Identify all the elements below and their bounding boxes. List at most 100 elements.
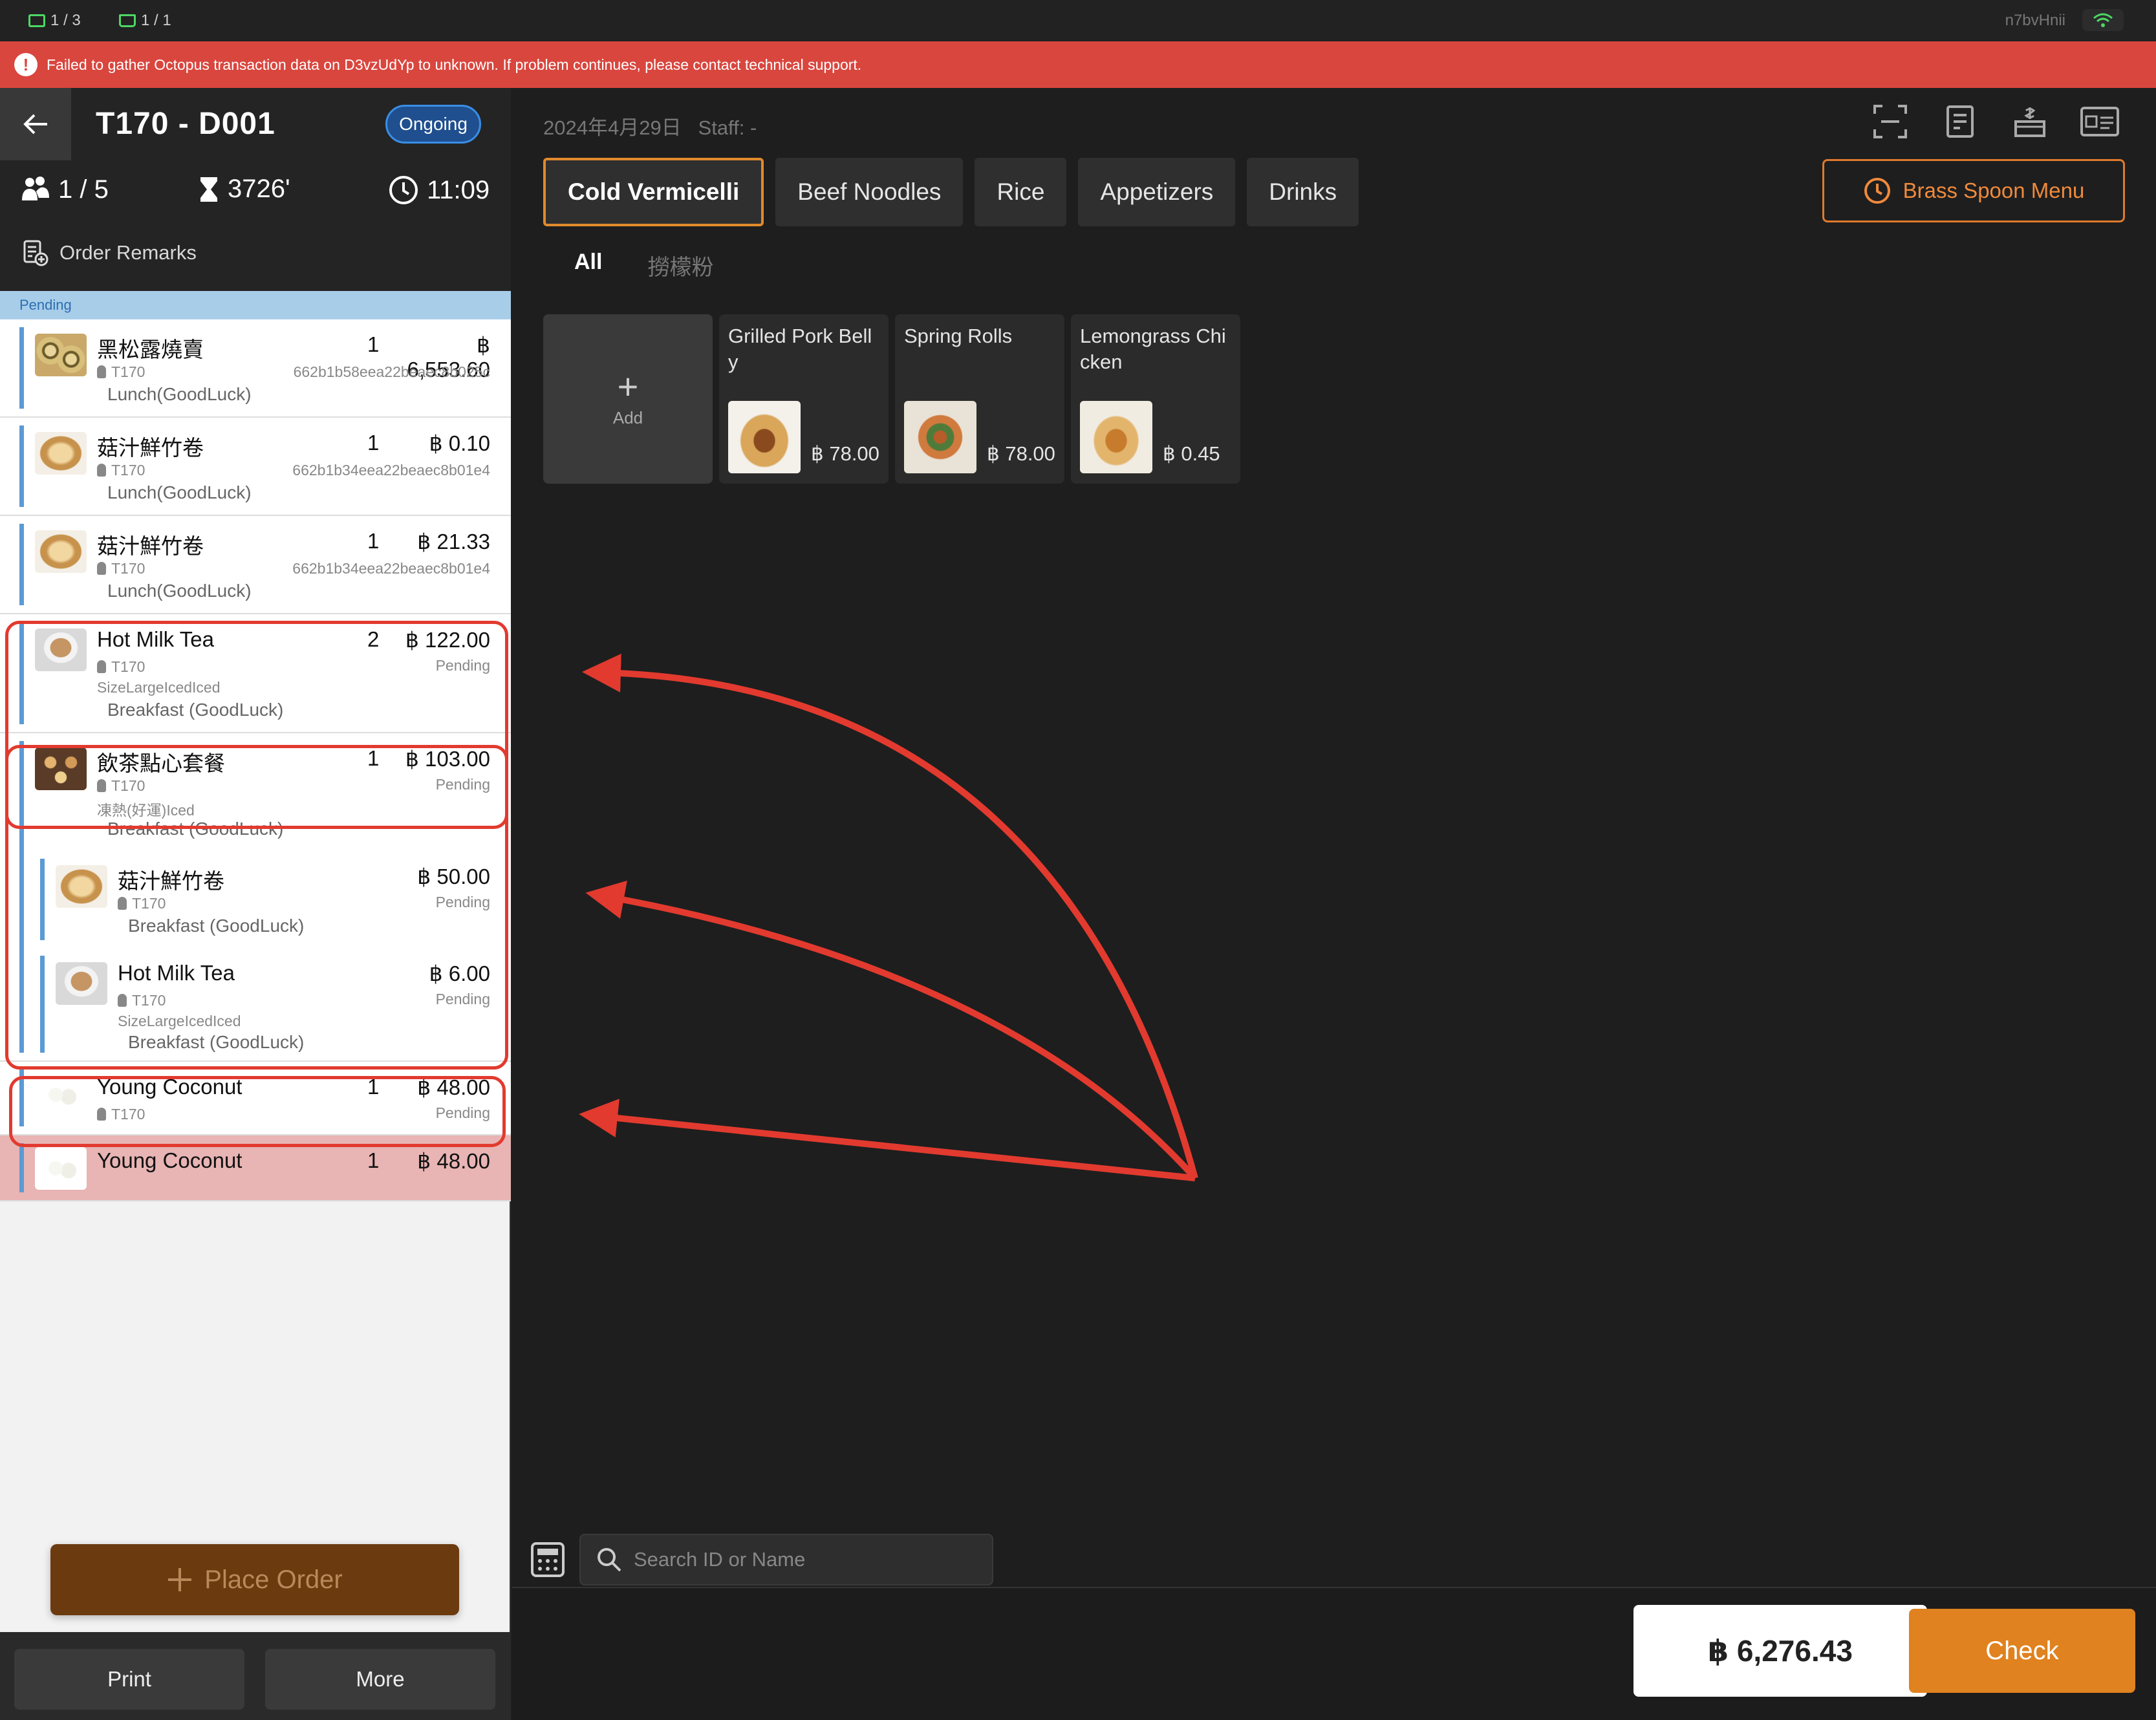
order-item-set[interactable]: 飲茶點心套餐 1 ฿ 103.00 T170 Pending 凍熱(好運)Ice…: [0, 733, 511, 851]
item-qty: 1: [367, 529, 380, 553]
back-button[interactable]: [0, 88, 71, 160]
item-status: Pending: [435, 894, 490, 910]
item-status: Pending: [435, 776, 490, 793]
item-status: Pending: [435, 1104, 490, 1121]
date-staff-info: 2024年4月29日 Staff: -: [543, 111, 757, 140]
product-card[interactable]: Lemongrass Chi cken ฿ 0.45: [1071, 314, 1240, 484]
tab-rice[interactable]: Rice: [975, 158, 1067, 226]
item-price: ฿ 6.00: [429, 962, 490, 985]
item-name: 菇汁鮮竹卷: [118, 869, 224, 893]
wifi-icon: [2082, 9, 2124, 31]
item-id: 662b1b34eea22beaec8b01e4: [292, 462, 490, 478]
order-item[interactable]: Hot Milk Tea 2 ฿ 122.00 T170 Pending Siz…: [0, 614, 511, 733]
food-thumbnail: [35, 629, 87, 671]
item-table: T170: [118, 992, 166, 1009]
tab-beef-noodles[interactable]: Beef Noodles: [775, 158, 964, 226]
product-card[interactable]: Grilled Pork Bell y ฿ 78.00: [719, 314, 889, 484]
product-image: [1080, 401, 1152, 473]
tab-appetizers[interactable]: Appetizers: [1078, 158, 1236, 226]
food-thumbnail: [35, 747, 87, 790]
item-price: ฿ 50.00: [417, 865, 490, 888]
tab-drinks[interactable]: Drinks: [1247, 158, 1359, 226]
order-remarks-button[interactable]: Order Remarks: [22, 239, 197, 266]
subtab-all[interactable]: All: [574, 250, 602, 281]
item-qty: 1: [367, 1075, 380, 1099]
set-sub-item[interactable]: Hot Milk Tea ฿ 6.00 T170 Pending SizeLar…: [0, 948, 511, 1062]
subcategory-tabs: All 撈檬粉: [574, 250, 713, 281]
order-item-selected[interactable]: Young Coconut 1 ฿ 48.00: [0, 1135, 511, 1201]
product-image: [904, 401, 976, 473]
order-item[interactable]: 菇汁鮮竹卷 1 ฿ 21.33 T170 662b1b34eea22beaec8…: [0, 516, 511, 614]
card-button[interactable]: [2080, 102, 2120, 141]
set-sub-item[interactable]: 菇汁鮮竹卷 ฿ 50.00 T170 Pending Breakfast (Go…: [0, 851, 511, 948]
order-status-badge: Ongoing: [385, 105, 481, 144]
duration-value: 3726': [228, 175, 290, 203]
id-card-icon: [2080, 107, 2119, 136]
more-button[interactable]: More: [265, 1649, 495, 1710]
receipt-icon: [1946, 105, 1974, 138]
item-meal: Breakfast (GoodLuck): [128, 916, 305, 936]
left-footer: Print More: [0, 1632, 511, 1720]
food-thumbnail: [35, 432, 87, 475]
product-card[interactable]: Spring Rolls ฿ 78.00: [895, 314, 1064, 484]
note-add-icon: [23, 240, 49, 266]
item-table: T170: [118, 895, 166, 912]
item-meal: Breakfast (GoodLuck): [128, 1032, 305, 1052]
item-meal: Breakfast (GoodLuck): [107, 819, 284, 839]
item-name: Hot Milk Tea: [97, 627, 214, 651]
plus-icon: +: [617, 365, 639, 407]
check-button[interactable]: Check: [1909, 1609, 2135, 1693]
clock-icon: [389, 176, 418, 204]
scan-button[interactable]: [1870, 102, 1910, 141]
product-price: ฿ 78.00: [811, 442, 879, 465]
checkout-bar: ฿ 6,276.43 Check: [512, 1587, 2156, 1720]
item-price: ฿ 48.00: [417, 1149, 490, 1173]
hourglass-icon: [200, 177, 217, 202]
item-qty: 2: [367, 627, 380, 651]
calculator-button[interactable]: [529, 1541, 566, 1578]
food-thumbnail: [56, 962, 107, 1005]
item-status: Pending: [435, 991, 490, 1007]
item-qty: 1: [367, 1148, 380, 1172]
search-row: Search ID or Name: [529, 1534, 993, 1586]
item-name: 菇汁鮮竹卷: [97, 534, 204, 558]
item-price: ฿ 0.10: [429, 431, 490, 455]
order-item[interactable]: 黑松露燒賣 1 ฿ 6,553.60 T170 662b1b58eea22bea…: [0, 319, 511, 418]
menu-panel: 2024年4月29日 Staff: - Cold Vermicelli Beef…: [512, 88, 2156, 1720]
alert-icon: !: [14, 53, 38, 76]
product-name: Lemongrass Chi cken: [1080, 325, 1226, 373]
item-table: T170: [97, 777, 145, 795]
subtab-vermicelli[interactable]: 撈檬粉: [647, 250, 713, 281]
order-item[interactable]: 菇汁鮮竹卷 1 ฿ 0.10 T170 662b1b34eea22beaec8b…: [0, 418, 511, 516]
item-qty: 1: [367, 431, 380, 455]
item-status: Pending: [435, 657, 490, 674]
item-meal: Lunch(GoodLuck): [107, 581, 252, 601]
product-price: ฿ 78.00: [987, 442, 1055, 465]
brass-spoon-menu-button[interactable]: Brass Spoon Menu: [1822, 159, 2125, 222]
guests-icon: [22, 177, 49, 200]
kitchen-count: 1 / 1: [141, 12, 171, 29]
food-thumbnail: [35, 1073, 87, 1116]
search-placeholder: Search ID or Name: [634, 1548, 806, 1571]
item-accent: [19, 327, 24, 409]
receipt-button[interactable]: [1940, 102, 1980, 141]
search-input[interactable]: Search ID or Name: [579, 1534, 993, 1586]
guest-count-value: 1 / 5: [58, 175, 109, 204]
order-header: T170 - D001 Ongoing 1 / 5 3726' 11:09 Or…: [0, 88, 511, 291]
item-id: 662b1b34eea22beaec8b01e4: [292, 560, 490, 577]
tab-cold-vermicelli[interactable]: Cold Vermicelli: [543, 158, 764, 226]
calculator-icon: [531, 1542, 565, 1577]
toolbar: [1870, 102, 2120, 141]
cash-drawer-button[interactable]: [2010, 102, 2050, 141]
pending-section-header: Pending: [0, 291, 511, 319]
item-id: 662b1b58eea22beaec8b025c: [293, 363, 490, 380]
item-name: Young Coconut: [97, 1148, 243, 1172]
item-accent: [19, 425, 24, 507]
order-item[interactable]: Young Coconut 1 ฿ 48.00 T170 Pending: [0, 1062, 511, 1135]
place-order-button[interactable]: Place Order: [50, 1544, 459, 1615]
time-value: 11:09: [427, 175, 490, 204]
add-product-button[interactable]: + Add: [543, 314, 713, 484]
alert-message: Failed to gather Octopus transaction dat…: [47, 56, 862, 73]
item-name: Hot Milk Tea: [118, 961, 235, 985]
print-button[interactable]: Print: [14, 1649, 244, 1710]
